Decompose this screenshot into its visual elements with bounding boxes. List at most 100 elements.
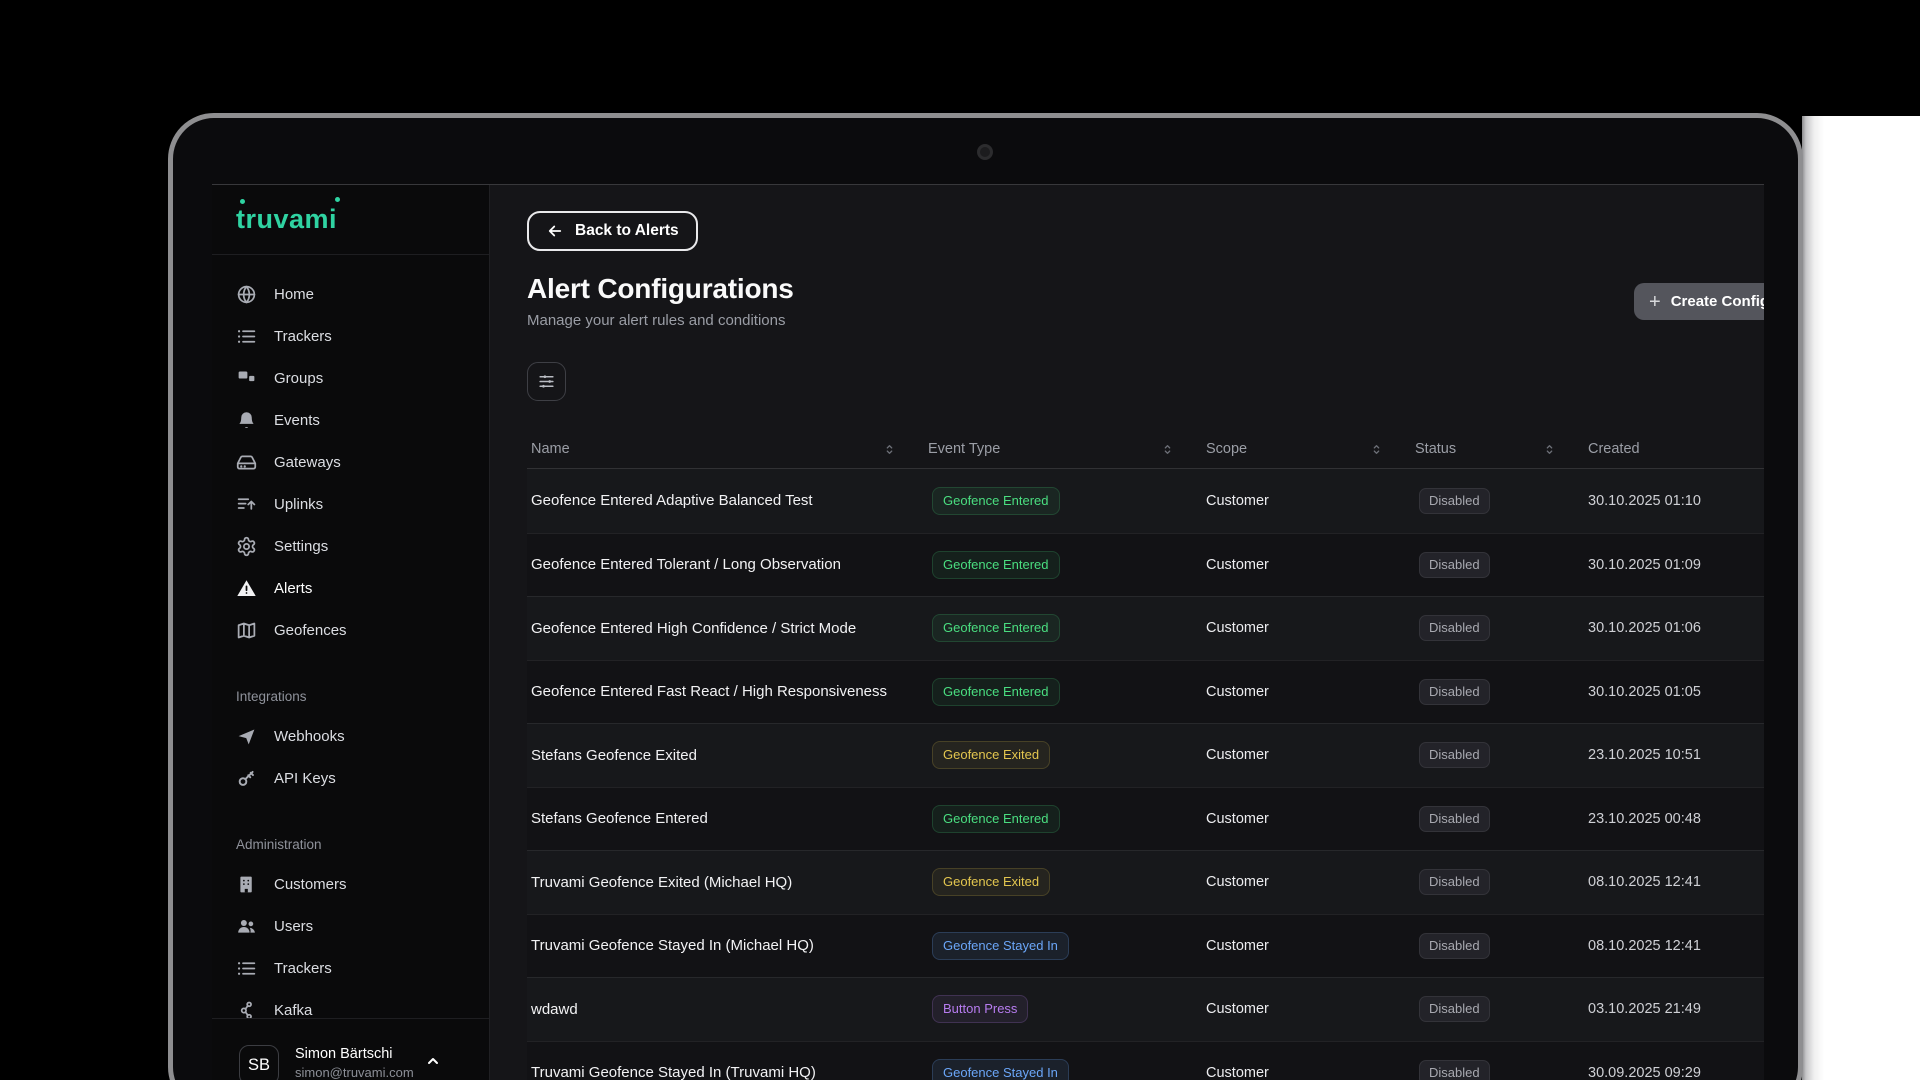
created-value: 30.10.2025 01:06 [1588,620,1701,637]
page-background: truvami Home Trackers Groups Events Gate… [0,0,1920,1080]
scope-value: Customer [1206,683,1269,700]
sidebar-item-label: Webhooks [274,727,345,745]
scope-value: Customer [1206,620,1269,637]
table-row[interactable]: Geofence Entered Tolerant / Long Observa… [527,532,1764,596]
sidebar-item-label: Trackers [274,327,332,345]
sidebar-item-uplinks[interactable]: Uplinks [212,483,489,525]
table-row[interactable]: Geofence Entered High Confidence / Stric… [527,596,1764,660]
event-type-badge: Geofence Entered [932,486,1060,515]
plus-icon: + [1649,290,1661,313]
table-row[interactable]: Stefans Geofence Entered Geofence Entere… [527,786,1764,850]
table-row[interactable]: Truvami Geofence Exited (Michael HQ) Geo… [527,850,1764,914]
column-header-event-type[interactable]: Event Type [924,430,1202,468]
sidebar-item-api-keys[interactable]: API Keys [212,757,489,799]
scope-value: Customer [1206,810,1269,827]
scope-value: Customer [1206,874,1269,891]
sidebar-item-trackers[interactable]: Trackers [212,315,489,357]
create-button-label: Create Config [1670,293,1764,310]
sidebar-section-administration: Administration [236,837,322,852]
created-value: 30.10.2025 01:10 [1588,492,1701,509]
sidebar-header: truvami [212,185,489,255]
sidebar-item-settings[interactable]: Settings [212,525,489,567]
gear-icon [236,536,257,557]
chevron-up-icon[interactable] [425,1053,441,1069]
filter-button[interactable] [527,362,566,401]
sidebar-item-webhooks[interactable]: Webhooks [212,715,489,757]
scope-value: Customer [1206,1001,1269,1018]
upload-list-icon [236,494,257,515]
table-header: Name Event Type Scope Status Created [527,430,1764,469]
created-value: 30.09.2025 09:29 [1588,1064,1701,1080]
page-subtitle: Manage your alert rules and conditions [527,312,786,329]
status-badge: Disabled [1419,551,1490,578]
sidebar-item-trackers-admin[interactable]: Trackers [212,947,489,989]
back-button-label: Back to Alerts [575,222,679,239]
sidebar: truvami Home Trackers Groups Events Gate… [212,185,490,1080]
config-name: Geofence Entered High Confidence / Stric… [531,619,857,637]
created-value: 08.10.2025 12:41 [1588,937,1701,954]
sidebar-item-label: Alerts [274,579,313,597]
sidebar-item-groups[interactable]: Groups [212,357,489,399]
config-name: Geofence Entered Fast React / High Respo… [531,683,888,701]
event-type-badge: Geofence Stayed In [932,1058,1069,1080]
sidebar-item-label: API Keys [274,769,336,787]
status-badge: Disabled [1419,678,1490,705]
table-row[interactable]: Geofence Entered Adaptive Balanced Test … [527,469,1764,533]
sort-icon [1543,443,1556,456]
profile-name: Simon Bärtschi [295,1046,393,1062]
status-badge: Disabled [1419,487,1490,514]
brand-logo[interactable]: truvami [236,197,341,235]
page-title: Alert Configurations [527,273,794,304]
sidebar-item-alerts[interactable]: Alerts [212,567,489,609]
profile-info: Simon Bärtschi simon@truvami.com [295,1045,414,1080]
bell-icon [236,410,257,431]
list-icon [236,326,257,347]
table-row[interactable]: Truvami Geofence Stayed In (Michael HQ) … [527,913,1764,977]
sidebar-item-label: Users [274,917,314,935]
table-row[interactable]: Stefans Geofence Exited Geofence Exited … [527,723,1764,787]
table-row[interactable]: Geofence Entered Fast React / High Respo… [527,659,1764,723]
list-icon [236,958,257,979]
laptop-bezel: truvami Home Trackers Groups Events Gate… [168,113,1803,1080]
sidebar-item-customers[interactable]: Customers [212,863,489,905]
sliders-icon [537,372,556,391]
column-header-status[interactable]: Status [1411,430,1584,468]
status-badge: Disabled [1419,932,1490,959]
sidebar-item-label: Home [274,285,315,303]
sidebar-item-gateways[interactable]: Gateways [212,441,489,483]
config-name: Truvami Geofence Exited (Michael HQ) [531,873,793,891]
column-header-name[interactable]: Name [527,430,924,468]
users-icon [236,916,257,937]
sidebar-item-label: Geofences [274,621,347,639]
scope-value: Customer [1206,556,1269,573]
user-profile[interactable]: SB Simon Bärtschi simon@truvami.com [212,1018,489,1080]
sort-icon [1161,443,1174,456]
create-config-button[interactable]: + Create Config [1634,283,1764,320]
building-icon [236,874,257,895]
created-value: 23.10.2025 00:48 [1588,810,1701,827]
column-header-created: Created [1584,430,1764,468]
alert-triangle-icon [236,578,257,599]
column-label: Scope [1206,441,1248,457]
grid-icon [236,368,257,389]
table-row[interactable]: Truvami Geofence Stayed In (Truvami HQ) … [527,1040,1764,1080]
arrow-left-icon [546,222,564,240]
sidebar-item-geofences[interactable]: Geofences [212,609,489,651]
sidebar-item-users[interactable]: Users [212,905,489,947]
globe-icon [236,284,257,305]
event-type-badge: Geofence Entered [932,614,1060,643]
status-badge: Disabled [1419,1059,1490,1080]
created-value: 23.10.2025 10:51 [1588,747,1701,764]
back-to-alerts-button[interactable]: Back to Alerts [527,211,698,251]
event-type-badge: Geofence Stayed In [932,931,1069,960]
config-name: Stefans Geofence Exited [531,746,697,764]
status-badge: Disabled [1419,805,1490,832]
avatar: SB [239,1045,279,1080]
app-window: truvami Home Trackers Groups Events Gate… [212,184,1764,1080]
table-row[interactable]: wdawd Button Press Customer Disabled 03.… [527,977,1764,1041]
sidebar-item-home[interactable]: Home [212,273,489,315]
column-header-scope[interactable]: Scope [1202,430,1411,468]
key-icon [236,768,257,789]
sidebar-item-label: Kafka [274,1001,313,1019]
sidebar-item-events[interactable]: Events [212,399,489,441]
